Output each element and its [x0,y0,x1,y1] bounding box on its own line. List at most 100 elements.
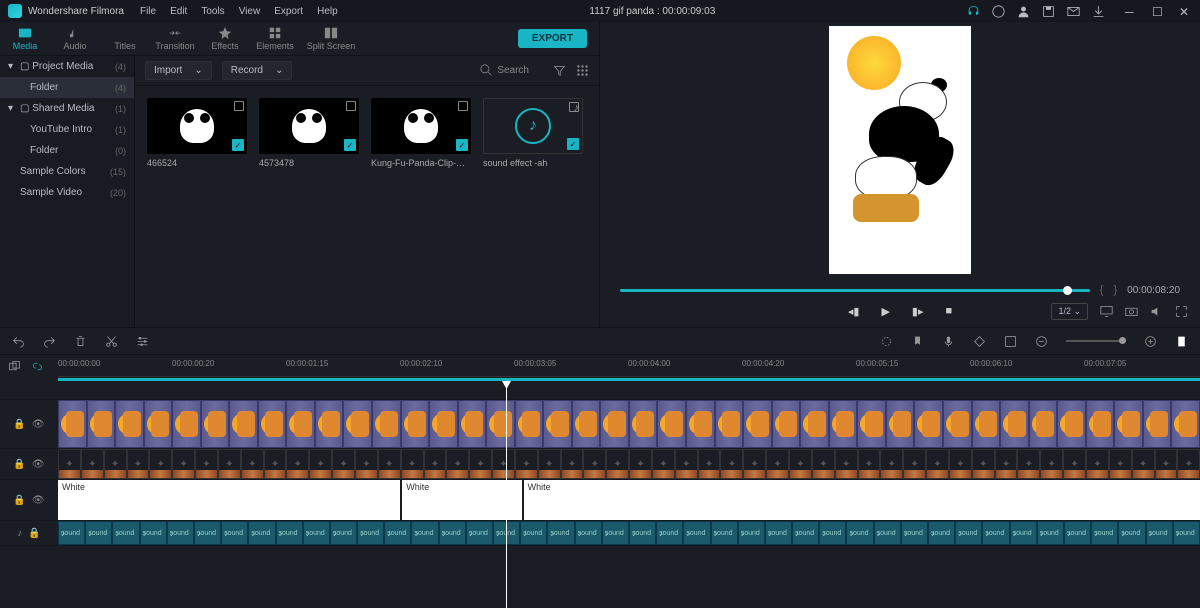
audio-clip[interactable]: sound [1173,521,1200,545]
video-clip[interactable] [172,400,201,448]
video-clip[interactable]: ✦ [1040,449,1063,479]
video-clip[interactable]: ✦ [378,449,401,479]
audio-clip[interactable]: sound [140,521,167,545]
sidebar-item[interactable]: ▾▢ Shared Media(1) [0,98,134,119]
audio-clip[interactable]: sound [901,521,928,545]
play-button[interactable]: ▶ [881,305,889,318]
audio-clip[interactable]: sound [575,521,602,545]
mark-out-icon[interactable]: } [1113,284,1117,296]
record-dropdown[interactable]: Record⌄ [222,61,293,80]
video-clip[interactable] [1086,400,1115,448]
lock-icon[interactable]: 🔒 [28,528,40,539]
sidebar-item[interactable]: Folder(0) [0,140,134,161]
title-clip[interactable]: White [524,480,1200,520]
video-clip[interactable] [1114,400,1143,448]
menu-view[interactable]: View [239,6,261,17]
video-clip[interactable] [286,400,315,448]
search-box[interactable]: Search [480,64,529,77]
video-clip[interactable] [600,400,629,448]
video-clip[interactable]: ✦ [1017,449,1040,479]
video-clip[interactable] [315,400,344,448]
stop-button[interactable]: ■ [945,305,952,317]
audio-clip[interactable]: sound [792,521,819,545]
video-clip[interactable]: ✦ [1177,449,1200,479]
menu-help[interactable]: Help [317,6,338,17]
video-clip[interactable]: ✦ [561,449,584,479]
video-track-1[interactable]: ✦✦✦✦✦✦✦✦✦✦✦✦✦✦✦✦✦✦✦✦✦✦✦✦✦✦✦✦✦✦✦✦✦✦✦✦✦✦✦✦… [58,449,1200,479]
audio-clip[interactable]: sound [384,521,411,545]
tab-titles[interactable]: Titles [100,22,150,55]
video-clip[interactable]: ✦ [355,449,378,479]
audio-clip[interactable]: sound [248,521,275,545]
video-clip[interactable] [657,400,686,448]
audio-clip[interactable]: sound [629,521,656,545]
video-clip[interactable]: ✦ [652,449,675,479]
menu-edit[interactable]: Edit [170,6,187,17]
video-clip[interactable] [343,400,372,448]
video-clip[interactable]: ✦ [995,449,1018,479]
video-clip[interactable]: ✦ [949,449,972,479]
video-track-2[interactable] [58,400,1200,448]
sidebar-item[interactable]: Sample Colors(15) [0,161,134,182]
audio-clip[interactable]: sound [982,521,1009,545]
tab-effects[interactable]: Effects [200,22,250,55]
audio-track[interactable]: sound sound sound sound sound sound soun… [58,521,1200,545]
audio-clip[interactable]: sound [439,521,466,545]
video-clip[interactable]: ✦ [1132,449,1155,479]
video-clip[interactable]: ✦ [241,449,264,479]
menu-tools[interactable]: Tools [201,6,224,17]
video-clip[interactable] [401,400,430,448]
video-clip[interactable]: ✦ [424,449,447,479]
menu-file[interactable]: File [140,6,156,17]
video-clip[interactable]: ✦ [698,449,721,479]
audio-clip[interactable]: sound [738,521,765,545]
video-clip[interactable] [1171,400,1200,448]
sidebar-item[interactable]: YouTube Intro(1) [0,119,134,140]
audio-clip[interactable]: sound [1118,521,1145,545]
sidebar-item[interactable]: ▾▢ Project Media(4) [0,56,134,77]
keyframe-icon[interactable] [973,335,986,348]
audio-clip[interactable]: sound [765,521,792,545]
adjust-icon[interactable] [136,335,149,348]
video-clip[interactable] [429,400,458,448]
audio-clip[interactable]: sound [656,521,683,545]
mixer-icon[interactable] [880,335,893,348]
audio-clip[interactable]: sound [819,521,846,545]
video-clip[interactable] [87,400,116,448]
mark-in-icon[interactable]: { [1100,284,1104,296]
video-clip[interactable]: ✦ [149,449,172,479]
audio-clip[interactable]: sound [547,521,574,545]
video-clip[interactable]: ✦ [1109,449,1132,479]
video-clip[interactable]: ✦ [264,449,287,479]
video-clip[interactable] [201,400,230,448]
video-clip[interactable] [372,400,401,448]
link-icon[interactable] [31,360,44,373]
video-clip[interactable] [144,400,173,448]
video-clip[interactable] [258,400,287,448]
video-clip[interactable]: ✦ [812,449,835,479]
audio-clip[interactable]: sound [85,521,112,545]
video-clip[interactable] [886,400,915,448]
user-icon[interactable] [1017,5,1030,18]
video-clip[interactable]: ✦ [469,449,492,479]
video-clip[interactable]: ✦ [492,449,515,479]
title-clip[interactable]: White [58,480,400,520]
video-clip[interactable] [857,400,886,448]
video-clip[interactable] [543,400,572,448]
tab-elements[interactable]: Elements [250,22,300,55]
audio-clip[interactable]: sound [1037,521,1064,545]
audio-clip[interactable]: sound [167,521,194,545]
audio-clip[interactable]: sound [846,521,873,545]
video-clip[interactable]: ✦ [286,449,309,479]
render-icon[interactable] [1004,335,1017,348]
video-clip[interactable] [515,400,544,448]
video-clip[interactable]: ✦ [218,449,241,479]
filter-icon[interactable] [553,64,566,77]
video-clip[interactable]: ✦ [446,449,469,479]
audio-clip[interactable]: sound [276,521,303,545]
info-icon[interactable] [992,5,1005,18]
audio-clip[interactable]: sound [602,521,629,545]
video-clip[interactable]: ✦ [1155,449,1178,479]
undo-icon[interactable] [12,335,25,348]
audio-clip[interactable]: sound [1146,521,1173,545]
